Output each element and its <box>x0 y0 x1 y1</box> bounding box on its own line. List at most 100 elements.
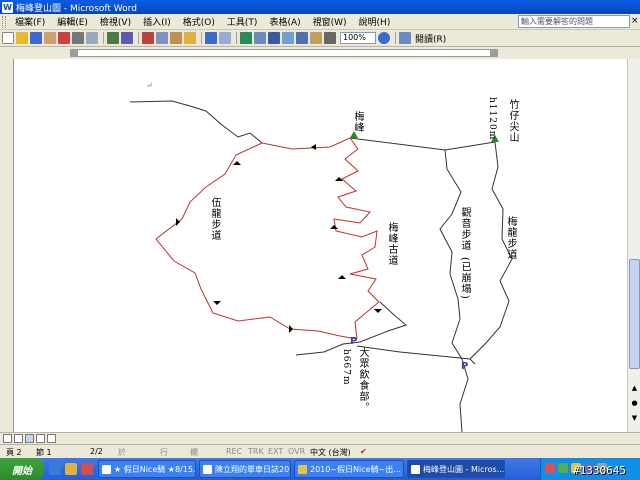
browse-object-icon[interactable]: ● <box>629 398 640 409</box>
drawing-icon[interactable] <box>310 32 322 44</box>
menu-view[interactable]: 檢視(V) <box>94 15 137 28</box>
email-icon[interactable] <box>58 32 70 44</box>
status-line: 行 <box>160 448 168 457</box>
status-section: 節 1 <box>36 448 52 457</box>
columns-icon[interactable] <box>296 32 308 44</box>
label-meilong-trail: 梅龍步道 <box>505 216 516 260</box>
prev-page-icon[interactable]: ▲ <box>629 383 640 394</box>
spelling-icon[interactable] <box>107 32 119 44</box>
toolbar-separator <box>236 32 237 44</box>
menu-insert[interactable]: 插入(I) <box>137 15 177 28</box>
label-guanyin-collapsed: (已崩塌) <box>459 257 470 300</box>
research-icon[interactable] <box>121 32 133 44</box>
trail-line-meifeng-old <box>261 137 380 340</box>
toolbar-separator <box>138 32 139 44</box>
outline-view-icon[interactable] <box>36 434 45 443</box>
status-ext[interactable]: EXT <box>268 447 283 456</box>
trail-line-west <box>129 100 263 144</box>
menu-file[interactable]: 檔案(F) <box>9 15 51 28</box>
tray-icon[interactable] <box>545 463 555 473</box>
ruler-left-margin[interactable] <box>70 49 78 57</box>
scrollbar-thumb[interactable] <box>629 259 640 369</box>
hyperlink-icon[interactable] <box>240 32 252 44</box>
tray-icon[interactable] <box>558 463 568 473</box>
trail-line-south <box>295 301 408 356</box>
status-bar: 頁 2 節 1 2/2 於 行 欄 REC TRK EXT OVR 中文 (台灣… <box>0 444 640 458</box>
menu-help[interactable]: 說明(H) <box>353 15 397 28</box>
label-wulong-trail: 伍龍步道 <box>209 197 220 241</box>
vertical-scrollbar[interactable]: ▲ ● ▼ <box>627 59 640 432</box>
status-position: 於 <box>118 448 126 457</box>
menu-window[interactable]: 視窗(W) <box>307 15 353 28</box>
zoom-select[interactable]: 100% <box>340 32 376 44</box>
label-zhuzaijian: 竹仔尖山 <box>507 99 518 143</box>
normal-view-icon[interactable] <box>3 434 12 443</box>
redo-icon[interactable] <box>219 32 231 44</box>
print-preview-icon[interactable] <box>86 32 98 44</box>
ie-browser-icon[interactable] <box>49 463 61 475</box>
parking-marker-2: P <box>461 361 470 372</box>
menu-bar: 檔案(F) 編輯(E) 檢視(V) 插入(I) 格式(O) 工具(T) 表格(A… <box>0 14 640 30</box>
direction-arrow-icon <box>330 225 338 229</box>
format-painter-icon[interactable] <box>184 32 196 44</box>
title-bar: W 梅峰登山圖 - Microsoft Word <box>0 0 640 14</box>
new-document-icon[interactable] <box>2 32 14 44</box>
label-dachen-height: h667m <box>341 349 351 386</box>
next-page-icon[interactable]: ▼ <box>629 413 640 424</box>
save-icon[interactable] <box>30 32 42 44</box>
horizontal-ruler[interactable] <box>0 47 640 59</box>
status-ovr[interactable]: OVR <box>288 447 305 456</box>
word-app-icon[interactable]: W <box>2 1 13 13</box>
status-rec[interactable]: REC <box>226 447 242 456</box>
horizontal-scrollbar[interactable] <box>0 432 640 444</box>
task-browser-2[interactable]: 陳立翔的單車日誌20... <box>199 460 291 478</box>
windows-taskbar: 開始 ★ 假日Nice騎 ★8/15... 陳立翔的單車日誌20... 2010… <box>0 458 640 480</box>
window-title: 梅峰登山圖 - Microsoft Word <box>16 3 137 14</box>
tables-borders-icon[interactable] <box>254 32 266 44</box>
trail-map <box>129 100 513 432</box>
menu-grip[interactable] <box>2 15 6 28</box>
reading-view-icon[interactable] <box>47 434 56 443</box>
standard-toolbar: 100% 閱讀(R) <box>0 30 640 47</box>
show-hide-icon[interactable] <box>324 32 336 44</box>
insert-table-icon[interactable] <box>268 32 280 44</box>
open-folder-icon[interactable] <box>16 32 28 44</box>
document-canvas[interactable]: ↵ 梅峰 竹仔尖山 h1120m 伍龍步道 觀音步道 (已崩塌) 梅龍步道 梅峰… <box>0 59 627 432</box>
word-app-icon <box>411 464 420 474</box>
menu-tools[interactable]: 工具(T) <box>221 15 264 28</box>
direction-arrow-icon <box>311 144 316 150</box>
cut-icon[interactable] <box>142 32 154 44</box>
start-button[interactable]: 開始 <box>0 458 44 480</box>
label-dachen-club: 大眾飲食部。 <box>357 347 368 413</box>
paragraph-mark: ↵ <box>146 81 154 90</box>
spelling-status-icon[interactable]: ✔ <box>360 447 367 456</box>
task-browser-1[interactable]: ★ 假日Nice騎 ★8/15... <box>98 460 196 478</box>
ruler-face <box>70 49 498 57</box>
insert-excel-icon[interactable] <box>282 32 294 44</box>
paste-icon[interactable] <box>170 32 182 44</box>
direction-arrow-icon <box>233 161 241 165</box>
ruler-right-margin[interactable] <box>490 49 498 57</box>
menu-format[interactable]: 格式(O) <box>177 15 221 28</box>
status-trk[interactable]: TRK <box>248 447 264 456</box>
web-view-icon[interactable] <box>14 434 23 443</box>
show-desktop-icon[interactable] <box>65 463 77 475</box>
task-folder[interactable]: 2010~假日Nice騎~出... <box>294 460 404 478</box>
close-document-icon[interactable]: × <box>631 16 639 26</box>
media-player-icon[interactable] <box>81 463 93 475</box>
status-pages: 2/2 <box>90 447 103 456</box>
menu-edit[interactable]: 編輯(E) <box>51 15 94 28</box>
help-search-input[interactable]: 輸入需要解答的問題 <box>518 15 630 28</box>
help-icon[interactable] <box>378 32 390 44</box>
print-layout-icon[interactable] <box>25 434 34 443</box>
task-word[interactable]: 梅峰登山圖 - Micros... <box>407 460 505 478</box>
undo-icon[interactable] <box>205 32 217 44</box>
permission-icon[interactable] <box>44 32 56 44</box>
menu-table[interactable]: 表格(A) <box>263 15 306 28</box>
status-language[interactable]: 中文 (台灣) <box>310 447 351 458</box>
print-icon[interactable] <box>72 32 84 44</box>
direction-arrow-icon <box>338 275 346 279</box>
read-mode-icon[interactable] <box>399 32 411 44</box>
read-mode-button[interactable]: 閱讀(R) <box>415 32 446 45</box>
copy-icon[interactable] <box>156 32 168 44</box>
